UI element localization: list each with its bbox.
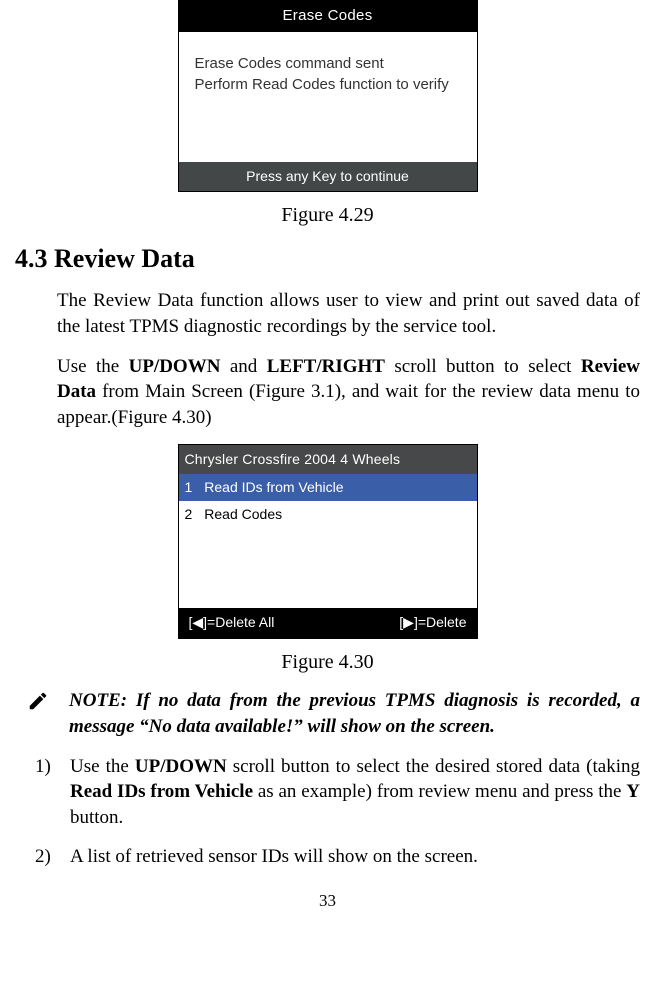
screen2-row2-label: Read Codes: [204, 506, 282, 522]
screen1-line1: Erase Codes command sent: [195, 54, 465, 74]
screen2-footer-left: [◀]=Delete All: [189, 613, 275, 632]
step1-e: as an example) from review menu and pres…: [253, 781, 626, 802]
screen2-footer: [◀]=Delete All [▶]=Delete: [179, 608, 477, 638]
screen2-body: 1 Read IDs from Vehicle 2 Read Codes: [179, 474, 477, 608]
step1-readids: Read IDs from Vehicle: [70, 781, 253, 802]
step-1-body: Use the UP/DOWN scroll button to select …: [70, 754, 640, 831]
screen2-row1-num: 1: [185, 478, 197, 497]
leftright-label: LEFT/RIGHT: [267, 356, 385, 377]
screen1-footer: Press any Key to continue: [179, 162, 477, 191]
pencil-note-icon: [27, 690, 51, 712]
figure-4-30: Chrysler Crossfire 2004 4 Wheels 1 Read …: [15, 444, 640, 639]
screen1-header: Erase Codes: [179, 1, 477, 32]
para1-text: The Review Data function allows user to …: [57, 290, 640, 337]
para2-part-a: Use the: [57, 356, 129, 377]
note-text: NOTE: If no data from the previous TPMS …: [69, 688, 640, 739]
step2-a: A list of retrieved sensor IDs will show…: [70, 846, 478, 867]
step1-updown: UP/DOWN: [135, 756, 227, 777]
step-2: 2) A list of retrieved sensor IDs will s…: [35, 844, 640, 870]
updown-label: UP/DOWN: [129, 356, 221, 377]
note-block: NOTE: If no data from the previous TPMS …: [27, 688, 640, 739]
figure-4-30-caption: Figure 4.30: [15, 649, 640, 676]
para2-part-g: from Main Screen (Figure 3.1), and wait …: [57, 381, 640, 428]
figure-4-29-caption: Figure 4.29: [15, 202, 640, 229]
step-2-number: 2): [35, 844, 70, 870]
device-screen-erase-codes: Erase Codes Erase Codes command sent Per…: [178, 0, 478, 192]
step-2-body: A list of retrieved sensor IDs will show…: [70, 844, 640, 870]
screen2-row1-label: Read IDs from Vehicle: [204, 479, 343, 495]
step1-c: scroll button to select the desired stor…: [227, 756, 640, 777]
paragraph-review-data-intro: The Review Data function allows user to …: [57, 288, 640, 339]
step-1-number: 1): [35, 754, 70, 831]
screen2-footer-right: [▶]=Delete: [399, 613, 466, 632]
page-number: 33: [15, 890, 640, 913]
screen1-body: Erase Codes command sent Perform Read Co…: [179, 32, 477, 162]
screen1-line2: Perform Read Codes function to verify: [195, 75, 465, 95]
step1-a: Use the: [70, 756, 135, 777]
figure-4-29: Erase Codes Erase Codes command sent Per…: [15, 0, 640, 192]
step-1: 1) Use the UP/DOWN scroll button to sele…: [35, 754, 640, 831]
screen2-row2-num: 2: [185, 505, 197, 524]
section-heading-review-data: 4.3 Review Data: [15, 241, 640, 276]
device-screen-review-menu: Chrysler Crossfire 2004 4 Wheels 1 Read …: [178, 444, 478, 639]
para2-part-e: scroll button to select: [385, 356, 581, 377]
step1-y: Y: [626, 781, 640, 802]
paragraph-review-data-instructions: Use the UP/DOWN and LEFT/RIGHT scroll bu…: [57, 354, 640, 431]
screen2-row-1: 1 Read IDs from Vehicle: [179, 474, 477, 501]
para2-part-c: and: [220, 356, 266, 377]
screen2-header: Chrysler Crossfire 2004 4 Wheels: [179, 445, 477, 474]
screen2-row-2: 2 Read Codes: [179, 501, 477, 528]
step1-g: button.: [70, 807, 123, 828]
